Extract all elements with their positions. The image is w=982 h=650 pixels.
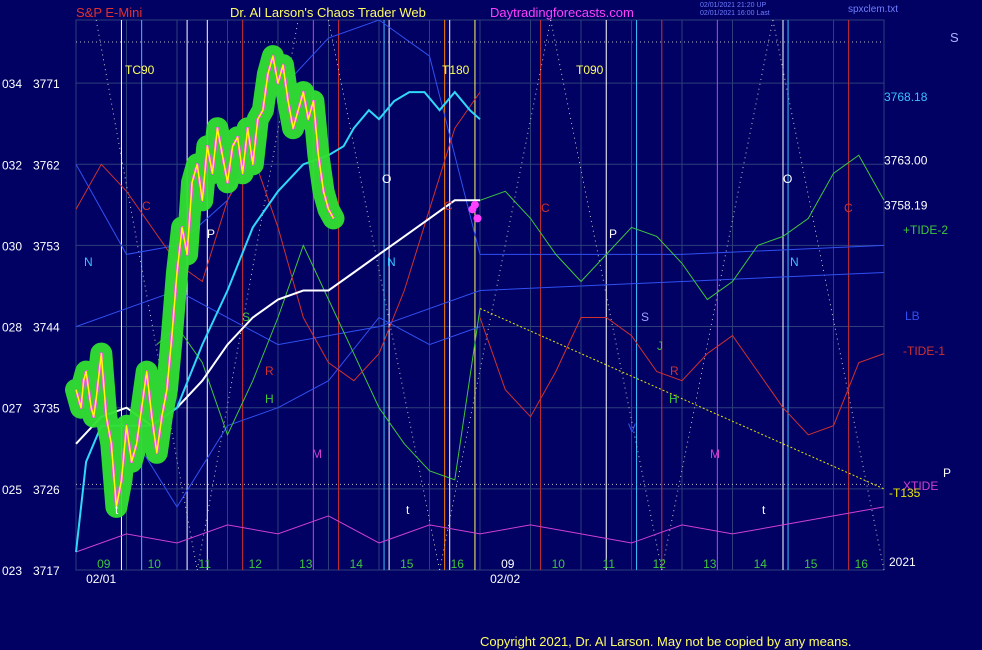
cycle-label: S [641, 310, 649, 324]
y-tick-label-code: 028 [2, 321, 22, 335]
cycle-label: R [670, 364, 679, 378]
y-tick-label-code: 027 [2, 402, 22, 416]
cycle-label: P [609, 227, 617, 241]
cycle-label: O [783, 172, 792, 186]
symbol-label: S&P E-Mini [76, 5, 143, 20]
cycle-label: t [406, 503, 410, 517]
y-tick-label-code: 030 [2, 239, 22, 253]
x-hour-tick-label: 13 [299, 557, 313, 571]
x-hour-tick-label: 11 [199, 557, 212, 571]
last-price-marker [470, 200, 479, 209]
y-tick-label-price: 3762 [33, 158, 60, 172]
cycle-label: TC90 [125, 63, 155, 77]
x-date-label: 02/01 [86, 572, 116, 586]
cycle-label: N [387, 255, 396, 269]
cycle-label: H [265, 392, 274, 406]
y-tick-label-price: 3753 [33, 239, 60, 253]
year-label: 2021 [889, 555, 916, 569]
x-hour-tick-label: 10 [552, 557, 566, 571]
timestamp-updated: 02/01/2021 21:20 UP [700, 2, 767, 9]
y-tick-label-price: 3771 [33, 77, 60, 91]
right-series-label: +TIDE-2 [903, 223, 948, 237]
cycle-diagonal-line [772, 19, 885, 571]
cycle-label: T180 [442, 63, 470, 77]
right-price-label: 3758.19 [884, 198, 928, 212]
cycle-label: C [541, 201, 550, 215]
x-hour-tick-label: 09 [97, 557, 111, 571]
site-url[interactable]: Daytradingforecasts.com [490, 5, 634, 20]
right-series-label: LB [905, 309, 920, 323]
cycle-label: t [762, 503, 766, 517]
chaos-chart: 034 3771 032 3762 030 3753 028 3744 027 3735 025 37… [2, 19, 951, 586]
x-hour-tick-label: 09 [501, 557, 515, 571]
right-series-label: P [943, 466, 951, 480]
x-hour-tick-label: 14 [754, 557, 768, 571]
x-hour-tick-label: 16 [855, 557, 869, 571]
data-file-name: spxclem.txt [848, 4, 899, 15]
y-tick-label-price: 3735 [33, 402, 60, 416]
x-date-label: 02/02 [490, 572, 520, 586]
y-tick-label-code: 034 [2, 77, 22, 91]
cycle-label: S [242, 310, 250, 324]
y-tick-label-code: 025 [2, 483, 22, 497]
x-hour-tick-label: 11 [603, 557, 616, 571]
right-price-label: 3763.00 [884, 153, 928, 167]
cycle-label: C [444, 199, 453, 213]
cycle-label: R [265, 364, 274, 378]
x-hour-tick-label: 16 [451, 557, 465, 571]
site-title: Dr. Al Larson's Chaos Trader Web [230, 5, 426, 20]
x-hour-tick-label: 13 [703, 557, 717, 571]
x-hour-tick-label: 14 [350, 557, 364, 571]
cycle-diagonal-line [439, 19, 552, 571]
right-series-label: -T135 [889, 486, 921, 500]
cycle-label: O [382, 172, 391, 186]
cycle-label: H [669, 392, 678, 406]
x-hour-tick-label: 12 [653, 557, 667, 571]
x-hour-tick-label: 12 [249, 557, 263, 571]
last-price-marker [473, 214, 482, 223]
copyright-notice: Copyright 2021, Dr. Al Larson. May not b… [480, 634, 852, 649]
timestamp-last: 02/01/2021 16:00 Last [700, 10, 770, 17]
cycle-label: N [790, 255, 799, 269]
x-hour-tick-label: 15 [804, 557, 818, 571]
y-tick-label-code: 023 [2, 564, 22, 578]
cycle-label: M [312, 447, 322, 461]
cycle-label: V [628, 421, 636, 435]
tide-plus-left-line [156, 244, 481, 481]
y-tick-label-price: 3726 [33, 483, 60, 497]
y-tick-label-code: 032 [2, 158, 22, 172]
x-hour-tick-label: 10 [148, 557, 162, 571]
cycle-label: P [207, 227, 215, 241]
y-tick-label-price: 3744 [33, 321, 60, 335]
cycle-label: C [844, 201, 853, 215]
right-price-label: 3768.18 [884, 90, 928, 104]
cycle-label: C [142, 199, 151, 213]
x-hour-tick-label: 15 [400, 557, 414, 571]
cycle-label: J [657, 339, 663, 353]
corner-s-label: S [950, 30, 959, 45]
y-tick-label-price: 3717 [33, 564, 60, 578]
cycle-label: M [710, 447, 720, 461]
right-series-label: -TIDE-1 [903, 344, 945, 358]
cycle-label: T090 [576, 63, 604, 77]
cycle-label: N [84, 255, 93, 269]
